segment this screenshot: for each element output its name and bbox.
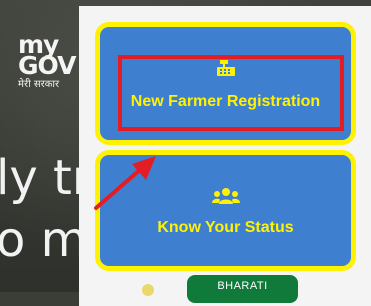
- mygov-logo: my GOV मेरी सरकार: [18, 32, 76, 90]
- background-text-line2: o m: [0, 212, 88, 268]
- logo-tagline: मेरी सरकार: [18, 79, 60, 90]
- bharati-badge: BHARATI: [187, 275, 298, 303]
- know-your-status-label: Know Your Status: [157, 219, 294, 236]
- highlight-box: [118, 55, 344, 131]
- background-text-line1: ly tr: [0, 150, 92, 206]
- pointer-arrow-icon: [94, 156, 156, 210]
- status-dot: [142, 284, 154, 296]
- logo-gov: GOV: [18, 51, 76, 80]
